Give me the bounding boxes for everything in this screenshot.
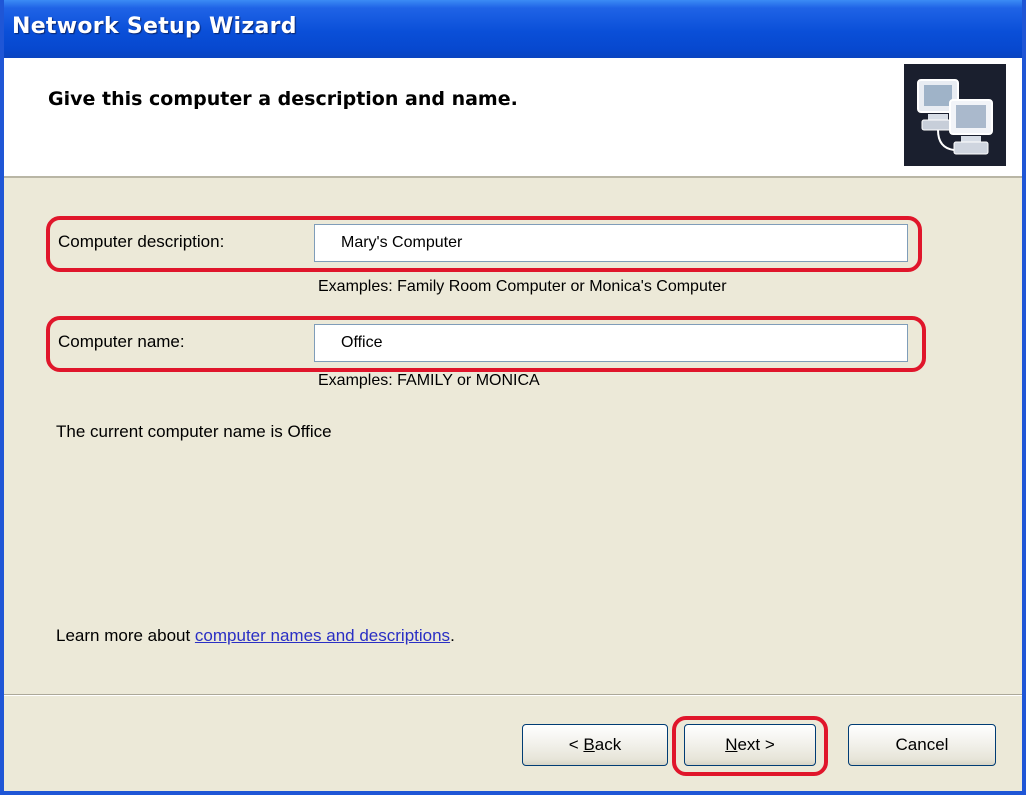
computer-description-input[interactable] <box>314 224 908 262</box>
page-heading: Give this computer a description and nam… <box>48 88 518 110</box>
network-computers-icon <box>904 64 1006 166</box>
title-bar[interactable]: Network Setup Wizard <box>4 0 1022 58</box>
wizard-header: Give this computer a description and nam… <box>4 58 1022 178</box>
learn-more-suffix: . <box>450 626 455 645</box>
computer-name-row: Computer name: <box>52 320 912 366</box>
back-button-prefix: < <box>568 735 584 754</box>
computer-name-input[interactable] <box>314 324 908 362</box>
computer-name-label: Computer name: <box>58 332 185 351</box>
cancel-button[interactable]: Cancel <box>848 724 996 766</box>
next-button-label-rest: ext > <box>737 735 775 754</box>
computer-description-label: Computer description: <box>58 232 225 251</box>
next-button[interactable]: Next > <box>684 724 816 766</box>
back-button-label-rest: ack <box>594 735 622 754</box>
footer-separator <box>4 694 1022 696</box>
wizard-window: Network Setup Wizard Give this computer … <box>0 0 1026 795</box>
back-button[interactable]: < Back <box>522 724 668 766</box>
back-button-accelerator: B <box>583 735 595 754</box>
learn-more-text: Learn more about computer names and desc… <box>56 626 455 646</box>
window-title: Network Setup Wizard <box>12 14 297 39</box>
learn-more-prefix: Learn more about <box>56 626 195 645</box>
network-computers-icon-graphic <box>917 79 993 155</box>
computer-description-row: Computer description: <box>52 220 912 266</box>
computer-description-examples: Examples: Family Room Computer or Monica… <box>318 278 727 295</box>
computer-names-help-link[interactable]: computer names and descriptions <box>195 626 450 645</box>
current-computer-name: The current computer name is Office <box>56 422 332 441</box>
next-button-accelerator: N <box>725 735 738 754</box>
computer-name-examples: Examples: FAMILY or MONICA <box>318 372 540 389</box>
